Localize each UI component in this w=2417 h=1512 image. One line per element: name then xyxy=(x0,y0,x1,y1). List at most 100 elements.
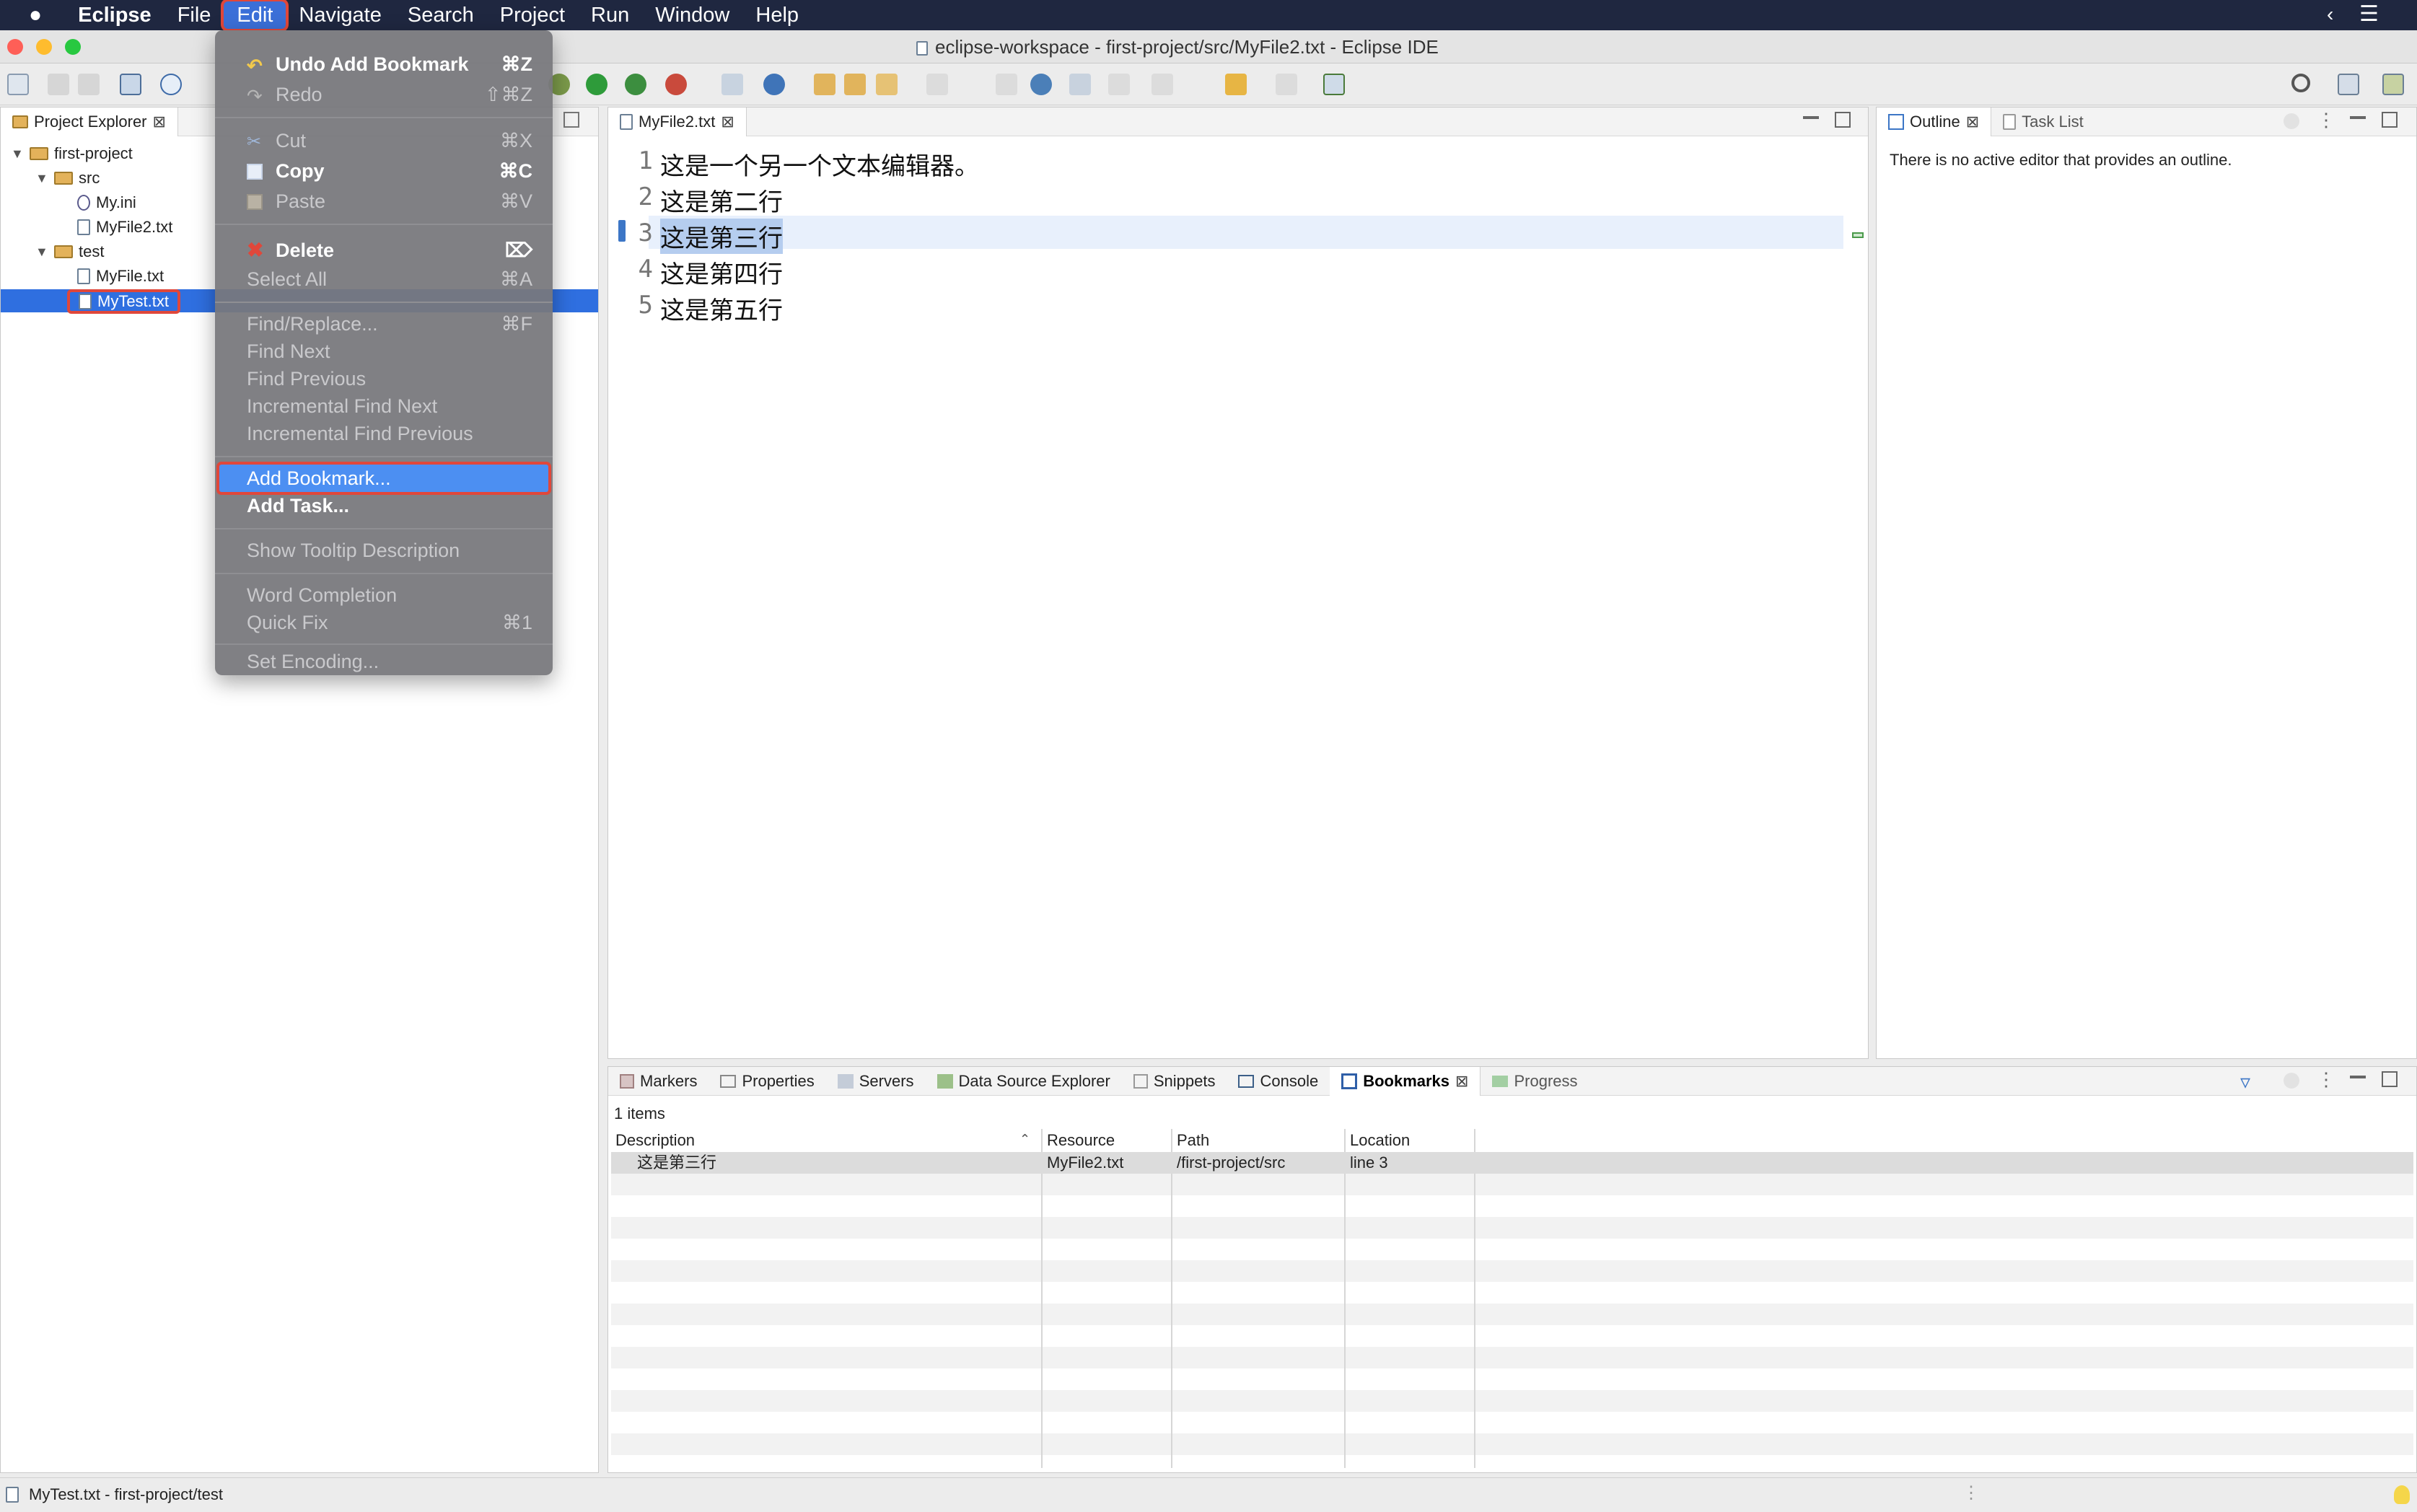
menu-item-incremental-find-previous[interactable]: Incremental Find Previous xyxy=(215,420,553,447)
tab-progress[interactable]: Progress xyxy=(1481,1067,1589,1096)
run-config-icon[interactable] xyxy=(625,74,646,95)
forward-icon[interactable] xyxy=(1276,74,1297,95)
menu-item-show-tooltip[interactable]: Show Tooltip Description xyxy=(215,537,553,564)
java-ee-perspective-icon[interactable] xyxy=(2382,74,2404,95)
expand-arrow-icon[interactable]: ▼ xyxy=(35,240,48,263)
sort-ascending-icon[interactable]: ⌃ xyxy=(1019,1132,1030,1147)
zoom-window-icon[interactable] xyxy=(65,39,81,55)
minimize-icon[interactable] xyxy=(2350,116,2366,119)
minimize-icon[interactable] xyxy=(2350,1076,2366,1078)
skip-breakpoints-icon[interactable] xyxy=(160,74,182,95)
minimize-window-icon[interactable] xyxy=(36,39,52,55)
tree-item-myfile2[interactable]: MyFile2.txt xyxy=(77,216,172,239)
maximize-icon[interactable] xyxy=(2382,112,2398,128)
lightbulb-icon[interactable] xyxy=(2394,1485,2410,1504)
tab-outline[interactable]: Outline ⊠ xyxy=(1877,107,1992,136)
menu-item-select-all[interactable]: Select All ⌘A xyxy=(215,265,553,293)
maximize-icon[interactable] xyxy=(1835,112,1851,128)
menu-project[interactable]: Project xyxy=(487,1,578,29)
show-whitespace-icon[interactable] xyxy=(996,74,1017,95)
open-folder-icon[interactable] xyxy=(844,74,866,95)
tab-data-source-explorer[interactable]: Data Source Explorer xyxy=(926,1067,1122,1096)
tab-markers[interactable]: Markers xyxy=(608,1067,709,1096)
back-icon[interactable] xyxy=(1225,74,1247,95)
menu-search[interactable]: Search xyxy=(395,1,487,29)
save-all-icon[interactable] xyxy=(78,74,100,95)
overview-ruler-marker[interactable] xyxy=(1852,232,1864,238)
new-java-class-icon[interactable] xyxy=(763,74,785,95)
run-icon[interactable] xyxy=(586,74,607,95)
menu-item-copy[interactable]: Copy ⌘C xyxy=(215,157,553,185)
menu-item-add-bookmark[interactable]: Add Bookmark... xyxy=(219,465,548,492)
code-text[interactable]: 这是第二行 xyxy=(660,183,783,218)
menu-run[interactable]: Run xyxy=(578,1,642,29)
tab-console[interactable]: Console xyxy=(1227,1067,1330,1096)
menu-edit[interactable]: Edit xyxy=(224,1,286,29)
minimize-icon[interactable] xyxy=(563,112,579,128)
code-text[interactable]: 这是一个另一个文本编辑器。 xyxy=(660,146,979,182)
close-icon[interactable]: ⊠ xyxy=(1455,1072,1468,1091)
menu-item-find-replace[interactable]: Find/Replace... ⌘F xyxy=(215,310,553,338)
tree-item-src[interactable]: ▼ src xyxy=(35,167,100,190)
focus-icon[interactable] xyxy=(2284,1073,2299,1089)
tree-item-first-project[interactable]: ▼ first-project xyxy=(11,142,133,165)
close-window-icon[interactable] xyxy=(7,39,23,55)
menu-navigate[interactable]: Navigate xyxy=(286,1,394,29)
tab-bookmarks[interactable]: Bookmarks ⊠ xyxy=(1330,1066,1481,1096)
menu-help[interactable]: Help xyxy=(742,1,812,29)
open-perspective-icon[interactable] xyxy=(2338,74,2359,95)
menu-item-quick-fix[interactable]: Quick Fix ⌘1 xyxy=(215,609,553,636)
tab-myfile2[interactable]: MyFile2.txt ⊠ xyxy=(608,107,747,136)
control-center-icon[interactable]: ☰ xyxy=(2359,0,2379,29)
search-tool-icon[interactable] xyxy=(876,74,898,95)
menu-item-paste[interactable]: Paste ⌘V xyxy=(215,188,553,215)
maximize-icon[interactable] xyxy=(2382,1071,2398,1087)
search-icon[interactable] xyxy=(2291,74,2310,92)
menu-item-find-next[interactable]: Find Next xyxy=(215,338,553,365)
pin-editor-icon[interactable] xyxy=(1323,74,1345,95)
expand-arrow-icon[interactable]: ▼ xyxy=(11,142,24,165)
menu-eclipse[interactable]: Eclipse xyxy=(65,1,165,29)
toggle-mark-icon[interactable] xyxy=(926,74,948,95)
filter-icon[interactable]: ▿ xyxy=(2240,1070,2250,1094)
open-console-icon[interactable] xyxy=(120,74,141,95)
menu-item-incremental-find-next[interactable]: Incremental Find Next xyxy=(215,392,553,420)
tree-item-my-ini[interactable]: My.ini xyxy=(77,191,136,214)
table-row[interactable]: 这是第三行 MyFile2.txt /first-project/src lin… xyxy=(611,1152,2413,1174)
close-icon[interactable]: ⊠ xyxy=(153,113,166,131)
expand-arrow-icon[interactable]: ▼ xyxy=(35,167,48,190)
tab-snippets[interactable]: Snippets xyxy=(1122,1067,1227,1096)
new-server-icon[interactable] xyxy=(721,74,743,95)
menu-item-delete[interactable]: ✖ Delete ⌦ xyxy=(215,237,553,264)
focus-icon[interactable] xyxy=(2284,113,2299,129)
prev-annotation-icon[interactable] xyxy=(1152,74,1173,95)
code-text[interactable]: 这是第五行 xyxy=(660,291,783,326)
view-menu-icon[interactable]: ⋮ xyxy=(2317,109,2335,131)
code-text-selected[interactable]: 这是第三行 xyxy=(660,219,783,254)
menu-item-set-encoding[interactable]: Set Encoding... xyxy=(215,648,553,675)
chevron-left-icon[interactable]: ‹ xyxy=(2327,0,2333,29)
menu-file[interactable]: File xyxy=(165,1,224,29)
menu-item-find-previous[interactable]: Find Previous xyxy=(215,365,553,392)
menu-item-add-task[interactable]: Add Task... xyxy=(215,492,553,519)
tree-item-mytest[interactable]: MyTest.txt xyxy=(67,289,181,314)
menu-item-redo[interactable]: ↷ Redo ⇧⌘Z xyxy=(215,81,553,108)
code-text[interactable]: 这是第四行 xyxy=(660,255,783,290)
next-annotation-icon[interactable] xyxy=(1108,74,1130,95)
column-header-path[interactable]: Path xyxy=(1172,1129,1344,1152)
tab-properties[interactable]: Properties xyxy=(709,1067,825,1096)
tab-task-list[interactable]: Task List xyxy=(1991,107,2095,136)
new-icon[interactable] xyxy=(7,74,29,95)
tab-project-explorer[interactable]: Project Explorer ⊠ xyxy=(1,107,178,136)
annotation-icon[interactable] xyxy=(1069,74,1091,95)
tree-item-myfile[interactable]: MyFile.txt xyxy=(77,265,164,288)
column-header-description[interactable]: Description xyxy=(611,1129,1041,1152)
globe-icon[interactable] xyxy=(1030,74,1052,95)
menu-item-undo[interactable]: ↶ Undo Add Bookmark ⌘Z xyxy=(215,50,553,78)
close-icon[interactable]: ⊠ xyxy=(1966,113,1979,131)
apple-icon[interactable]: ● xyxy=(16,1,55,29)
view-menu-icon[interactable]: ⋮ xyxy=(2317,1068,2335,1091)
menu-item-cut[interactable]: ✂ Cut ⌘X xyxy=(215,127,553,154)
tab-servers[interactable]: Servers xyxy=(826,1067,926,1096)
close-icon[interactable]: ⊠ xyxy=(721,113,734,131)
